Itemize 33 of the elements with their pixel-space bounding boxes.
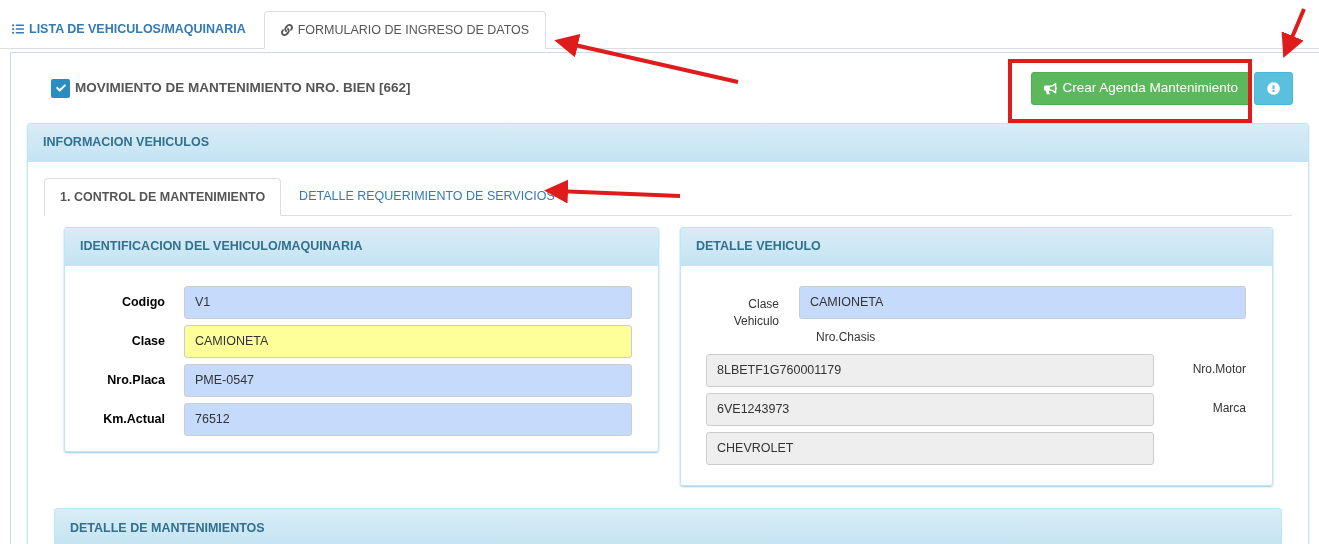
- field-label: Nro.Motor: [1191, 361, 1246, 378]
- input-field[interactable]: V1: [184, 286, 632, 319]
- field-label: Codigo: [120, 294, 165, 312]
- field-label: Km.Actual: [102, 411, 165, 429]
- tab[interactable]: 1. CONTROL DE MANTENIMIENTO: [44, 178, 282, 216]
- panel-title: IDENTIFICACION DEL VEHICULO/MAQUINARIA: [80, 238, 363, 256]
- list-icon: [12, 23, 24, 35]
- annotation-arrow: [1281, 8, 1306, 59]
- input-field[interactable]: 8LBETF1G760001179: [706, 354, 1154, 387]
- panel-title: DETALLE DE MANTENIMIENTOS: [70, 519, 265, 537]
- field-label: Clase: [130, 333, 165, 351]
- input-field[interactable]: CHEVROLET: [706, 432, 1154, 465]
- link-icon: [280, 24, 293, 36]
- megaphone-icon: [1044, 81, 1058, 95]
- input-field[interactable]: PME-0547: [184, 364, 632, 397]
- panel-title: DETALLE VEHICULO: [696, 238, 821, 256]
- input-field[interactable]: CAMIONETA: [184, 325, 632, 358]
- check-icon: [55, 83, 66, 93]
- input-field[interactable]: CAMIONETA: [799, 286, 1246, 319]
- field-label: Nro.Placa: [106, 372, 165, 390]
- panel-title: INFORMACION VEHICULOS: [43, 134, 209, 152]
- input-field[interactable]: 76512: [184, 403, 632, 436]
- tab[interactable]: LISTA DE VEHICULOS/MAQUINARIA: [12, 10, 246, 48]
- field-label: Nro.Chasis: [816, 330, 876, 344]
- form-title: MOVIMIENTO DE MANTENIMIENTO NRO. BIEN [662]: [75, 78, 411, 97]
- field-label: Clase Vehiculo: [732, 296, 779, 330]
- tab[interactable]: FORMULARIO DE INGRESO DE DATOS: [263, 11, 547, 49]
- field-label: Marca: [1211, 400, 1246, 417]
- info-icon: [1267, 81, 1280, 95]
- checkbox[interactable]: [51, 78, 70, 98]
- tab[interactable]: DETALLE REQUERIMIENTO DE SERVICIOS: [281, 177, 573, 215]
- input-field[interactable]: 6VE1243973: [706, 393, 1154, 426]
- info-button[interactable]: [1254, 71, 1293, 105]
